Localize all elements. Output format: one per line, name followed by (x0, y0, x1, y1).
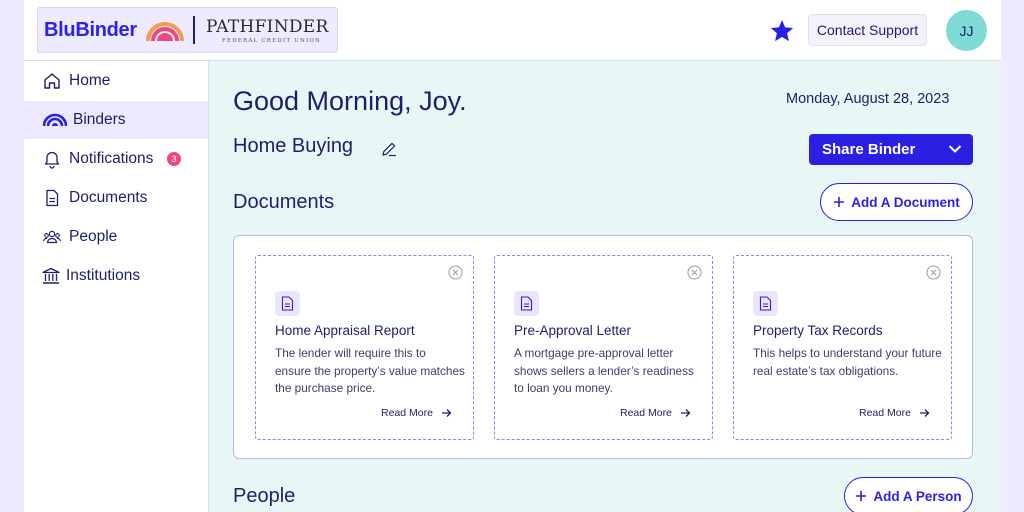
sidebar-item-label: Notifications (69, 150, 154, 167)
read-more-label: Read More (620, 407, 672, 419)
sidebar-item-label: Documents (69, 189, 148, 206)
document-card[interactable]: Pre-Approval Letter A mortgage pre-appro… (494, 255, 713, 440)
sidebar-item-people[interactable]: People (24, 218, 208, 256)
arrow-right-icon (441, 409, 452, 417)
binder-arch-icon (43, 113, 67, 127)
bank-icon (42, 267, 60, 284)
document-description: A mortgage pre-approval letter shows sel… (514, 346, 694, 395)
add-person-button[interactable]: Add A Person (844, 477, 973, 512)
add-document-button[interactable]: Add A Document (820, 183, 973, 221)
app-window: BluBinder PATHFINDER FEDERAL CREDIT UNIO… (24, 0, 1001, 512)
sidebar-item-binders[interactable]: Binders (24, 101, 208, 139)
read-more-link[interactable]: Read More (859, 406, 930, 420)
sidebar-item-documents[interactable]: Documents (24, 179, 208, 217)
read-more-label: Read More (859, 407, 911, 419)
sidebar-item-institutions[interactable]: Institutions (24, 257, 208, 295)
current-date: Monday, August 28, 2023 (786, 91, 950, 107)
share-binder-label: Share Binder (822, 141, 916, 158)
top-bar: BluBinder PATHFINDER FEDERAL CREDIT UNIO… (24, 0, 1001, 61)
rainbow-logo-icon (146, 22, 184, 42)
sidebar-item-label: People (69, 228, 118, 245)
sidebar-item-label: Institutions (66, 267, 141, 284)
arrow-right-icon (680, 409, 691, 417)
logo-divider (193, 16, 195, 44)
read-more-link[interactable]: Read More (620, 406, 691, 420)
sidebar-item-notifications[interactable]: Notifications 3 (24, 140, 208, 178)
document-title: Home Appraisal Report (275, 323, 415, 338)
brand-logo[interactable]: BluBinder PATHFINDER FEDERAL CREDIT UNIO… (37, 7, 338, 53)
close-circle-icon[interactable] (448, 265, 463, 280)
sidebar-item-label: Home (69, 72, 111, 89)
add-person-label: Add A Person (873, 488, 962, 504)
pencil-edit-icon[interactable] (380, 140, 398, 158)
people-section-title: People (233, 485, 296, 507)
add-document-label: Add A Document (851, 194, 960, 210)
document-icon (514, 291, 539, 316)
document-icon (46, 189, 59, 207)
document-icon (275, 291, 300, 316)
binder-title: Home Buying (233, 135, 354, 157)
close-circle-icon[interactable] (926, 265, 941, 280)
user-avatar[interactable]: JJ (946, 10, 987, 51)
document-title: Property Tax Records (753, 323, 883, 338)
sidebar: Home Binders Notifications 3 Documents P… (24, 61, 209, 512)
document-title: Pre-Approval Letter (514, 323, 632, 338)
documents-panel: Home Appraisal Report The lender will re… (233, 235, 973, 459)
partner-subtitle: FEDERAL CREDIT UNION (222, 38, 322, 44)
plus-icon (856, 491, 867, 501)
greeting-heading: Good Morning, Joy. (233, 86, 467, 116)
sidebar-item-label: Binders (73, 111, 126, 128)
document-description: This helps to understand your future rea… (753, 346, 942, 378)
partner-name: PATHFINDER (206, 17, 329, 37)
document-description: The lender will require this to ensure t… (275, 346, 465, 395)
people-icon (42, 230, 62, 244)
document-icon (753, 291, 778, 316)
home-icon (44, 73, 60, 89)
read-more-label: Read More (381, 407, 433, 419)
share-binder-button[interactable]: Share Binder (809, 134, 973, 165)
close-circle-icon[interactable] (687, 265, 702, 280)
app-name: BluBinder (44, 19, 137, 41)
read-more-link[interactable]: Read More (381, 406, 452, 420)
contact-support-button[interactable]: Contact Support (808, 14, 927, 46)
notification-count-badge: 3 (167, 152, 181, 166)
sidebar-item-home[interactable]: Home (24, 62, 208, 100)
arrow-right-icon (919, 409, 930, 417)
document-card[interactable]: Home Appraisal Report The lender will re… (255, 255, 474, 440)
chevron-down-icon (948, 145, 962, 153)
document-card[interactable]: Property Tax Records This helps to under… (733, 255, 952, 440)
bell-icon (44, 151, 60, 169)
documents-section-title: Documents (233, 191, 335, 213)
star-icon[interactable] (769, 18, 795, 44)
plus-icon (834, 197, 845, 207)
